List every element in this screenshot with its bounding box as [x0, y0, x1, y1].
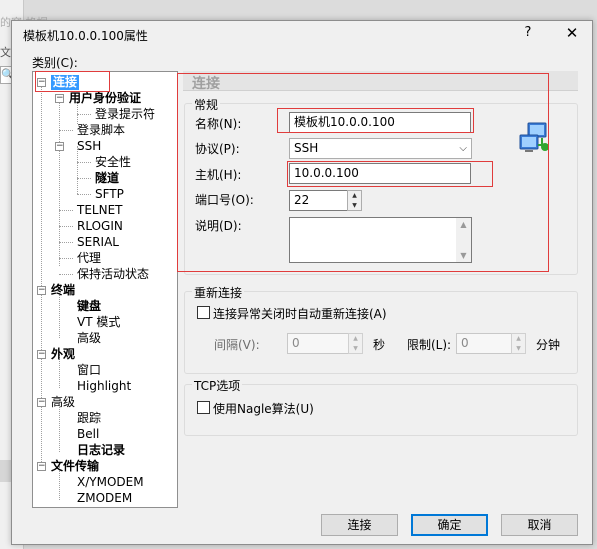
chevron-down-icon: ⌵	[459, 143, 467, 154]
properties-dialog: 模板机10.0.0.100属性 ? ✕ 类别(C): − 连接 − 用户身份验证…	[11, 20, 593, 545]
port-input[interactable]: 22	[289, 190, 348, 211]
protocol-select[interactable]: SSH ⌵	[289, 138, 472, 159]
tree-item-login-prompts[interactable]: 登录提示符	[95, 107, 155, 122]
computer-network-icon	[519, 122, 549, 152]
panel-header-bar	[183, 71, 578, 91]
help-button[interactable]: ?	[516, 23, 540, 43]
limit-stepper[interactable]: ▲ ▼	[511, 333, 526, 354]
tree-item-rlogin[interactable]: RLOGIN	[77, 219, 123, 234]
background-label: 文	[0, 46, 11, 59]
interval-label: 间隔(V):	[214, 338, 260, 352]
tree-item-keepalive[interactable]: 保持活动状态	[77, 267, 149, 282]
name-input[interactable]: 模板机10.0.0.100	[289, 112, 471, 133]
category-label: 类别(C):	[32, 56, 78, 70]
tree-line	[77, 178, 91, 179]
auto-reconnect-label[interactable]: 连接异常关闭时自动重新连接(A)	[213, 305, 387, 322]
tree-item-authentication[interactable]: 用户身份验证	[69, 91, 141, 106]
limit-input[interactable]: 0	[456, 333, 512, 354]
host-label: 主机(H):	[195, 168, 242, 182]
tree-item-ssh[interactable]: SSH	[77, 139, 101, 154]
spin-up-icon[interactable]: ▲	[348, 191, 361, 200]
scroll-up-icon[interactable]: ▲	[456, 220, 471, 229]
tree-item-window[interactable]: 窗口	[77, 363, 101, 378]
collapse-icon[interactable]: −	[55, 142, 64, 151]
tree-item-sftp[interactable]: SFTP	[95, 187, 124, 202]
tree-line	[77, 194, 91, 195]
tcp-group-title: TCP选项	[192, 377, 243, 394]
limit-label: 限制(L):	[407, 338, 452, 352]
tree-line	[59, 130, 73, 131]
spin-up-icon[interactable]: ▲	[512, 334, 525, 343]
tree-item-connection[interactable]: 连接	[51, 75, 80, 90]
port-stepper[interactable]: ▲ ▼	[347, 190, 362, 211]
limit-unit: 分钟	[536, 338, 561, 352]
description-label: 说明(D):	[195, 219, 242, 233]
tree-item-telnet[interactable]: TELNET	[77, 203, 123, 218]
tree-line	[59, 242, 73, 243]
ok-button[interactable]: 确定	[411, 514, 488, 536]
tree-item-file-transfer[interactable]: 文件传输	[51, 459, 99, 474]
tree-item-tunnel[interactable]: 隧道	[95, 171, 119, 186]
tree-item-highlight[interactable]: Highlight	[77, 379, 131, 394]
collapse-icon[interactable]: −	[37, 78, 46, 87]
tree-item-trace[interactable]: 跟踪	[77, 411, 101, 426]
host-input[interactable]: 10.0.0.100	[289, 163, 471, 184]
auto-reconnect-checkbox[interactable]	[197, 306, 210, 319]
spin-down-icon[interactable]: ▼	[348, 201, 361, 210]
collapse-icon[interactable]: −	[55, 94, 64, 103]
name-label: 名称(N):	[195, 117, 242, 131]
interval-unit: 秒	[373, 338, 386, 352]
protocol-value: SSH	[294, 141, 319, 155]
spin-down-icon[interactable]: ▼	[349, 344, 362, 353]
description-textarea[interactable]: ▲ ▼	[289, 217, 472, 263]
tree-line	[59, 258, 73, 259]
nagle-checkbox[interactable]	[197, 401, 210, 414]
interval-stepper[interactable]: ▲ ▼	[348, 333, 363, 354]
panel-header-title: 连接	[192, 76, 220, 92]
tree-line	[59, 274, 73, 275]
close-button[interactable]: ✕	[560, 23, 584, 43]
tree-line	[59, 98, 60, 266]
general-group-title: 常规	[192, 96, 221, 113]
tree-item-advanced[interactable]: 高级	[51, 395, 75, 410]
spin-up-icon[interactable]: ▲	[349, 334, 362, 343]
tree-line	[77, 162, 91, 163]
tree-item-xymodem[interactable]: X/YMODEM	[77, 475, 144, 490]
tree-item-zmodem[interactable]: ZMODEM	[77, 491, 132, 506]
tree-item-keyboard[interactable]: 键盘	[77, 299, 101, 314]
tree-item-appearance[interactable]: 外观	[51, 347, 75, 362]
cancel-button[interactable]: 取消	[501, 514, 578, 536]
tree-item-logging[interactable]: 日志记录	[77, 443, 125, 458]
category-tree[interactable]: − 连接 − 用户身份验证 登录提示符 登录脚本 − SSH 安全性 隧道 SF…	[32, 71, 178, 508]
protocol-label: 协议(P):	[195, 142, 240, 156]
port-label: 端口号(O):	[195, 193, 254, 207]
collapse-icon[interactable]: −	[37, 350, 46, 359]
tree-line	[59, 226, 73, 227]
tree-line	[59, 210, 73, 211]
tree-item-serial[interactable]: SERIAL	[77, 235, 119, 250]
scroll-down-icon[interactable]: ▼	[456, 251, 471, 260]
interval-input[interactable]: 0	[287, 333, 349, 354]
spin-down-icon[interactable]: ▼	[512, 344, 525, 353]
collapse-icon[interactable]: −	[37, 398, 46, 407]
dialog-title: 模板机10.0.0.100属性	[23, 29, 148, 43]
description-scrollbar[interactable]: ▲ ▼	[456, 218, 471, 262]
nagle-label[interactable]: 使用Nagle算法(U)	[213, 400, 314, 417]
tree-item-proxy[interactable]: 代理	[77, 251, 101, 266]
connect-button[interactable]: 连接	[321, 514, 398, 536]
tree-item-login-script[interactable]: 登录脚本	[77, 123, 125, 138]
tree-item-terminal[interactable]: 终端	[51, 283, 75, 298]
tree-item-terminal-advanced[interactable]: 高级	[77, 331, 101, 346]
reconnect-group-title: 重新连接	[192, 284, 245, 301]
collapse-icon[interactable]: −	[37, 462, 46, 471]
collapse-icon[interactable]: −	[37, 286, 46, 295]
tree-item-security[interactable]: 安全性	[95, 155, 131, 170]
tree-item-vt-mode[interactable]: VT 模式	[77, 315, 120, 330]
tree-item-bell[interactable]: Bell	[77, 427, 99, 442]
tree-line	[77, 114, 91, 115]
